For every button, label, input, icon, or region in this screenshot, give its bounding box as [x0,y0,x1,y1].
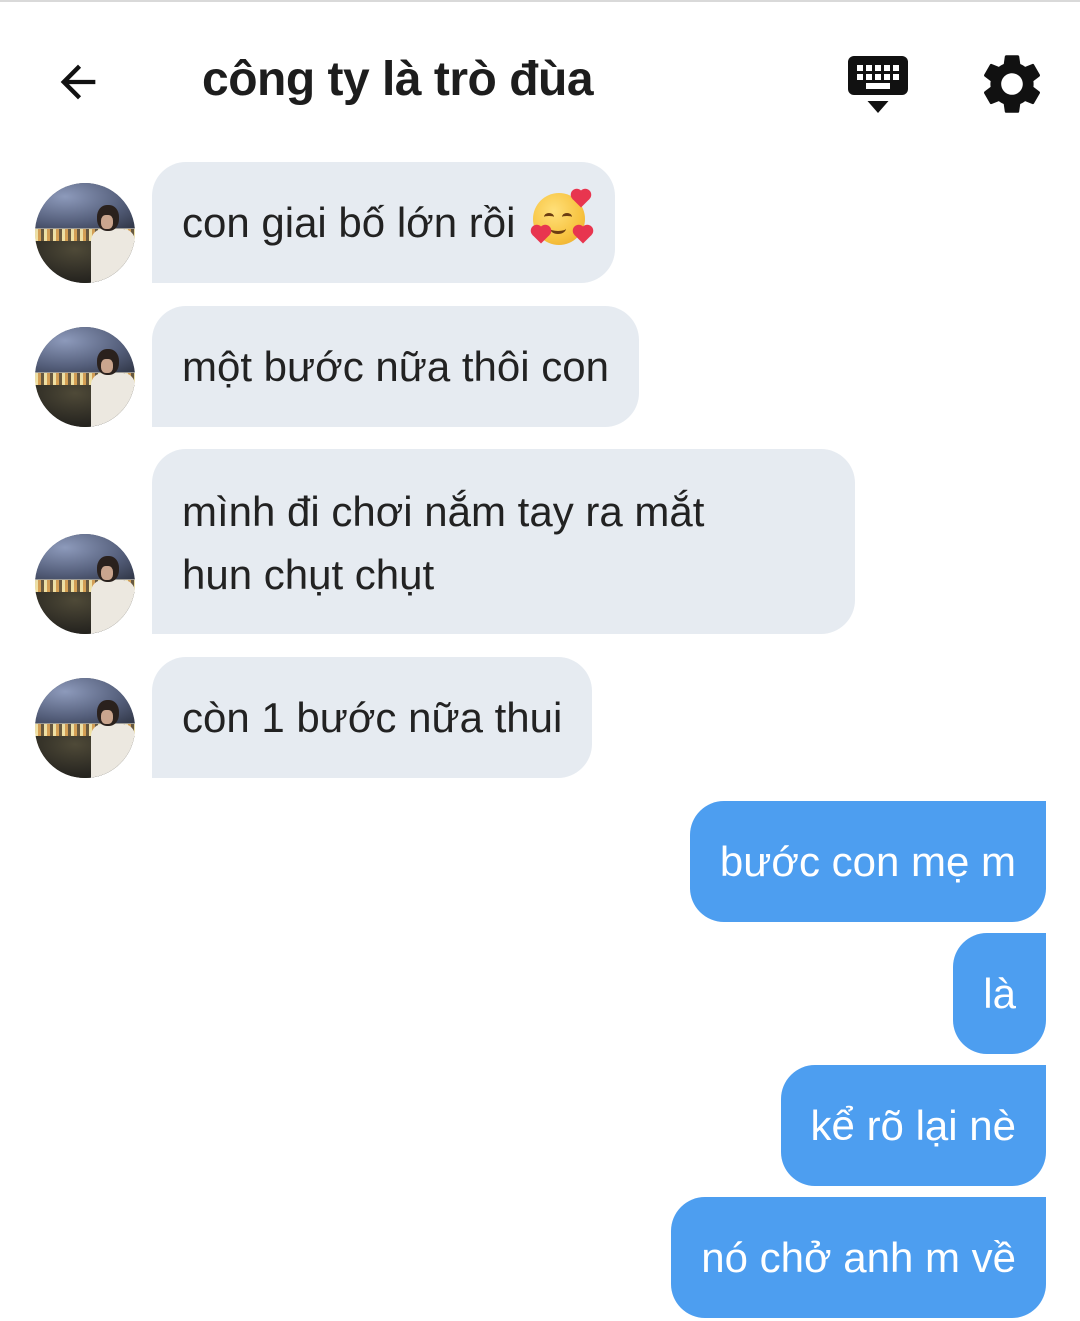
message-text: kể rõ lại nè [810,1102,1016,1149]
keyboard-toggle-button[interactable] [842,50,914,122]
chat-header: công ty là trò đùa [0,2,1080,152]
message-text: con giai bố lớn rồi [182,199,516,246]
incoming-message-bubble[interactable]: mình đi chơi nắm tay ra mắt hun chụt chụ… [152,449,855,634]
sender-avatar[interactable] [35,327,135,427]
smiling-face-with-hearts-icon [532,190,592,245]
message-text: còn 1 bước nữa thui [182,694,563,741]
outgoing-message-bubble[interactable]: bước con mẹ m [689,801,1046,922]
incoming-message-bubble[interactable]: con giai bố lớn rồi [152,162,616,283]
message-text: là [983,970,1016,1017]
message-text-line-2: hun chụt chụt [182,551,435,598]
back-button[interactable] [42,46,114,118]
sender-avatar[interactable] [35,183,135,283]
keyboard-hide-icon [848,56,908,113]
sender-avatar[interactable] [35,678,135,778]
outgoing-message-bubble[interactable]: kể rõ lại nè [780,1065,1046,1186]
incoming-message-bubble[interactable]: một bước nữa thôi con [152,306,639,427]
message-text: bước con mẹ m [719,838,1016,885]
arrow-left-icon [60,64,96,100]
sender-avatar[interactable] [35,534,135,634]
message-text: nó chở anh m về [701,1234,1016,1281]
outgoing-message-bubble[interactable]: nó chở anh m về [671,1197,1046,1318]
conversation-title: công ty là trò đùa [202,53,594,106]
message-text: mình đi chơi nắm tay ra mắt [182,488,705,535]
gear-icon [983,55,1041,113]
settings-button[interactable] [976,48,1048,120]
message-text: một bước nữa thôi con [182,343,609,390]
outgoing-message-bubble[interactable]: là [953,933,1046,1054]
incoming-message-bubble[interactable]: còn 1 bước nữa thui [152,657,593,778]
